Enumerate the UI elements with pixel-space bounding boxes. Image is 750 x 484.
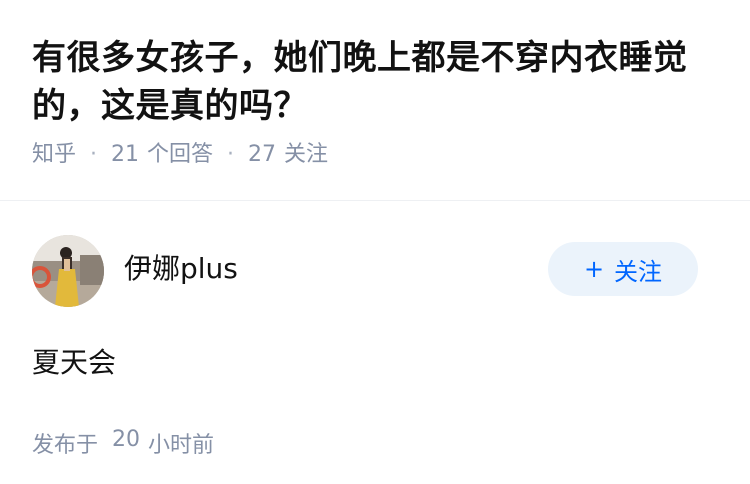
avatar[interactable] <box>32 235 104 307</box>
answer-time: 发布于 20 小时前 <box>32 427 718 459</box>
avatar-photo-icon <box>32 235 104 307</box>
author-row: 伊娜plus + 关注 <box>32 235 718 307</box>
follow-count: 27 <box>248 142 277 167</box>
follow-button-label: 关注 <box>614 257 663 286</box>
answer-card: 伊娜plus + 关注 夏天会 发布于 20 小时前 <box>0 235 750 459</box>
answer-count: 21 <box>111 142 140 167</box>
author-name[interactable]: 伊娜plus <box>124 247 238 287</box>
answer-content[interactable]: 夏天会 <box>32 343 718 383</box>
answer-count-label[interactable]: 个回答 <box>147 140 213 170</box>
question-title[interactable]: 有很多女孩子，她们晚上都是不穿内衣睡觉的，这是真的吗？ <box>32 34 718 130</box>
question-header: 有很多女孩子，她们晚上都是不穿内衣睡觉的，这是真的吗？ 知乎 · 21 个回答 … <box>0 0 750 167</box>
question-meta: 知乎 · 21 个回答 · 27 关注 <box>32 140 718 170</box>
follow-button[interactable]: + 关注 <box>548 242 698 296</box>
meta-separator: · <box>90 142 98 167</box>
time-value: 20 <box>112 427 141 452</box>
time-prefix: 发布于 <box>32 433 99 458</box>
plus-icon: + <box>583 255 605 283</box>
source-label[interactable]: 知乎 <box>32 140 76 170</box>
time-unit: 小时前 <box>148 433 215 458</box>
meta-separator: · <box>227 142 235 167</box>
divider <box>0 200 750 201</box>
follow-count-label[interactable]: 关注 <box>284 140 328 170</box>
